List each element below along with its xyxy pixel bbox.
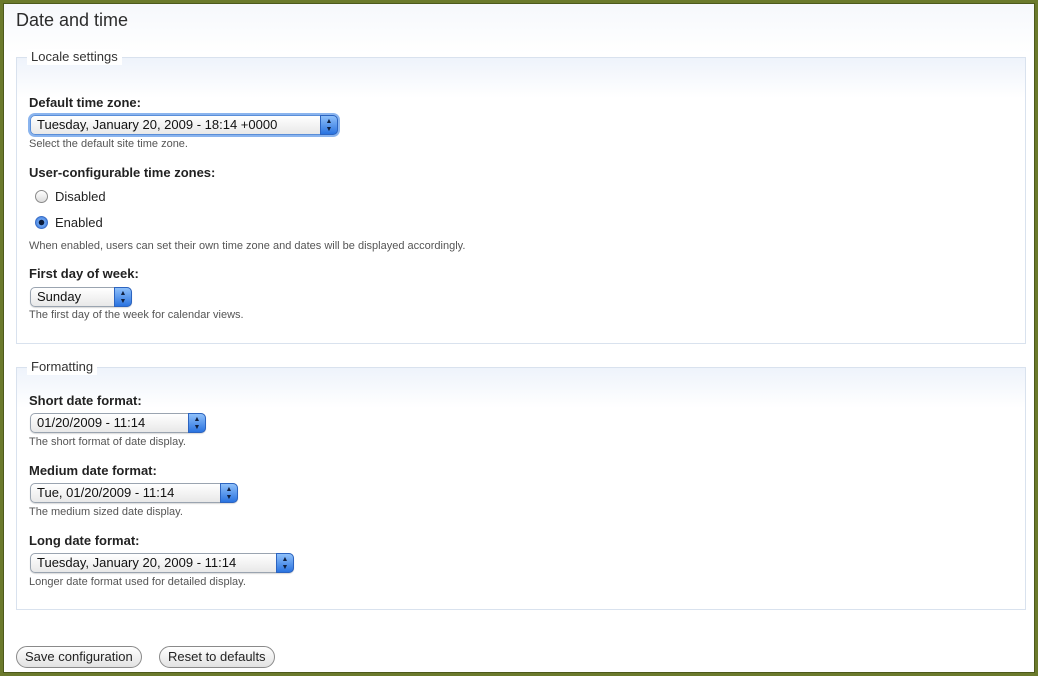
short-date-label: Short date format:	[29, 393, 142, 408]
radio-enabled[interactable]	[35, 216, 48, 229]
radio-disabled-label: Disabled	[55, 189, 106, 204]
medium-date-select[interactable]: Tue, 01/20/2009 - 11:14 ▲ ▼	[30, 483, 238, 503]
first-day-label: First day of week:	[29, 266, 139, 281]
medium-date-label: Medium date format:	[29, 463, 157, 478]
user-timezones-description: When enabled, users can set their own ti…	[29, 240, 466, 252]
first-day-select[interactable]: Sunday ▲ ▼	[30, 287, 132, 307]
short-date-value: 01/20/2009 - 11:14	[37, 415, 146, 430]
radio-disabled[interactable]	[35, 190, 48, 203]
page-title: Date and time	[16, 10, 129, 30]
radio-enabled-label: Enabled	[55, 215, 103, 230]
first-day-value: Sunday	[37, 289, 82, 304]
locale-settings-legend: Locale settings	[27, 49, 122, 65]
up-down-arrows-icon: ▲ ▼	[114, 287, 132, 307]
save-configuration-button[interactable]: Save configuration	[16, 646, 142, 668]
up-down-arrows-icon: ▲ ▼	[276, 553, 294, 573]
medium-date-value: Tue, 01/20/2009 - 11:14	[37, 485, 175, 500]
main-frame: Date and time Locale settings Default ti…	[3, 3, 1035, 673]
short-date-select[interactable]: 01/20/2009 - 11:14 ▲ ▼	[30, 413, 206, 433]
long-date-label: Long date format:	[29, 533, 140, 548]
medium-date-description: The medium sized date display.	[29, 506, 183, 518]
up-down-arrows-icon: ▲ ▼	[320, 115, 338, 135]
default-timezone-description: Select the default site time zone.	[29, 138, 188, 150]
long-date-select[interactable]: Tuesday, January 20, 2009 - 11:14 ▲ ▼	[30, 553, 294, 573]
long-date-value: Tuesday, January 20, 2009 - 11:14	[37, 555, 237, 570]
first-day-description: The first day of the week for calendar v…	[29, 309, 244, 321]
user-timezones-label: User-configurable time zones:	[29, 165, 216, 180]
header-background	[4, 4, 1034, 54]
short-date-description: The short format of date display.	[29, 436, 186, 448]
up-down-arrows-icon: ▲ ▼	[220, 483, 238, 503]
reset-to-defaults-button[interactable]: Reset to defaults	[159, 646, 275, 668]
up-down-arrows-icon: ▲ ▼	[188, 413, 206, 433]
default-timezone-select[interactable]: Tuesday, January 20, 2009 - 18:14 +0000 …	[30, 115, 338, 135]
formatting-legend: Formatting	[27, 359, 98, 375]
locale-settings-fieldset: Locale settings Default time zone: Tuesd…	[16, 49, 1026, 344]
long-date-description: Longer date format used for detailed dis…	[29, 576, 246, 588]
default-timezone-label: Default time zone:	[29, 95, 141, 110]
default-timezone-value: Tuesday, January 20, 2009 - 18:14 +0000	[37, 117, 278, 132]
formatting-fieldset: Formatting Short date format: 01/20/2009…	[16, 359, 1026, 610]
